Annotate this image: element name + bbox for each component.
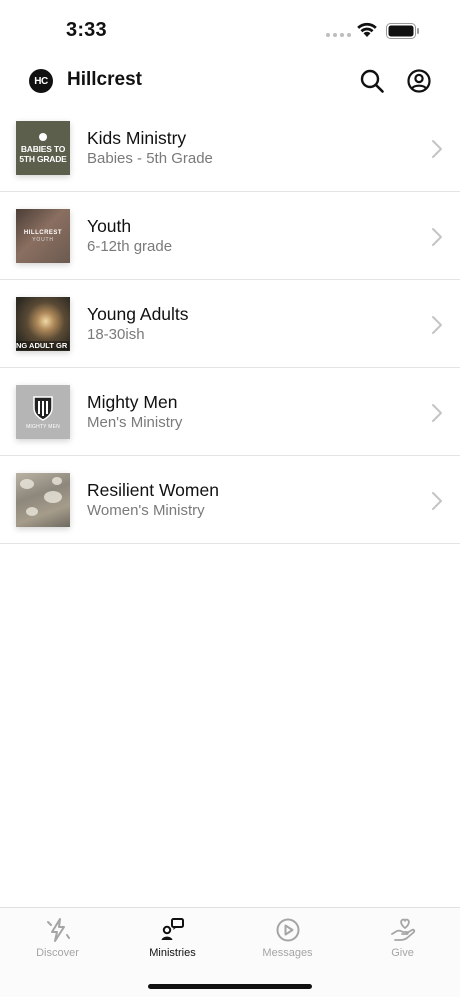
item-title: Resilient Women (87, 480, 219, 500)
status-time: 3:33 (66, 19, 107, 41)
home-indicator (148, 984, 312, 989)
item-subtitle: Women's Ministry (87, 502, 205, 519)
tab-bar: Discover Ministries Messages Give (0, 907, 460, 997)
heart-hand-icon (390, 918, 415, 941)
item-subtitle: Babies - 5th Grade (87, 150, 213, 167)
tab-label: Ministries (149, 947, 196, 959)
young-adults-thumbnail: NG ADULT GR (16, 297, 70, 351)
mighty-men-thumbnail: MIGHTY MEN (16, 385, 70, 439)
list-item-resilient-women[interactable]: Resilient Women Women's Ministry (0, 456, 460, 544)
tab-label: Messages (262, 947, 313, 959)
chevron-right-icon (432, 316, 442, 334)
list-item-youth[interactable]: HILLCREST YOUTH Youth 6-12th grade (0, 192, 460, 280)
tab-messages[interactable]: Messages (230, 908, 345, 968)
ministry-list: BABIES TO 5TH GRADE Kids Ministry Babies… (0, 104, 460, 544)
sparkle-bolt-icon (46, 918, 70, 942)
tab-ministries[interactable]: Ministries (115, 908, 230, 968)
list-item-kids-ministry[interactable]: BABIES TO 5TH GRADE Kids Ministry Babies… (0, 104, 460, 192)
chevron-right-icon (432, 404, 442, 422)
chevron-right-icon (432, 140, 442, 158)
item-title: Kids Ministry (87, 128, 187, 148)
status-bar: 3:33 (0, 0, 460, 56)
thumb-text: MIGHTY MEN (26, 423, 60, 430)
thumb-text: 5TH GRADE (19, 153, 67, 164)
app-title: Hillcrest (67, 69, 142, 90)
app-header: HC Hillcrest (0, 58, 460, 106)
item-subtitle: Men's Ministry (87, 414, 183, 431)
wifi-icon (357, 22, 377, 37)
play-circle-icon (276, 918, 299, 942)
item-title: Youth (87, 216, 132, 236)
signal-icon (326, 33, 351, 37)
thumb-text: YOUTH (32, 236, 54, 243)
chevron-right-icon (432, 228, 442, 246)
kids-ministry-thumbnail: BABIES TO 5TH GRADE (16, 121, 70, 175)
tab-give[interactable]: Give (345, 908, 460, 968)
profile-icon[interactable] (406, 68, 432, 94)
battery-icon (386, 23, 419, 39)
list-item-young-adults[interactable]: NG ADULT GR Young Adults 18-30ish (0, 280, 460, 368)
thumb-text: BABIES TO (20, 143, 66, 154)
shield-icon (33, 395, 53, 421)
tab-label: Give (391, 947, 414, 959)
item-subtitle: 18-30ish (87, 326, 145, 343)
hillcrest-logo: HC (29, 69, 53, 93)
item-title: Mighty Men (87, 392, 178, 412)
chevron-right-icon (432, 492, 442, 510)
list-item-mighty-men[interactable]: MIGHTY MEN Mighty Men Men's Ministry (0, 368, 460, 456)
tab-discover[interactable]: Discover (0, 908, 115, 968)
youth-thumbnail: HILLCREST YOUTH (16, 209, 70, 263)
people-chat-icon (161, 918, 184, 940)
item-subtitle: 6-12th grade (87, 238, 173, 255)
thumb-text: HILLCREST (23, 229, 63, 236)
resilient-women-thumbnail (16, 473, 70, 527)
item-title: Young Adults (87, 304, 189, 324)
search-icon[interactable] (359, 68, 385, 94)
thumb-text: NG ADULT GR (16, 341, 70, 350)
tab-label: Discover (36, 947, 79, 959)
